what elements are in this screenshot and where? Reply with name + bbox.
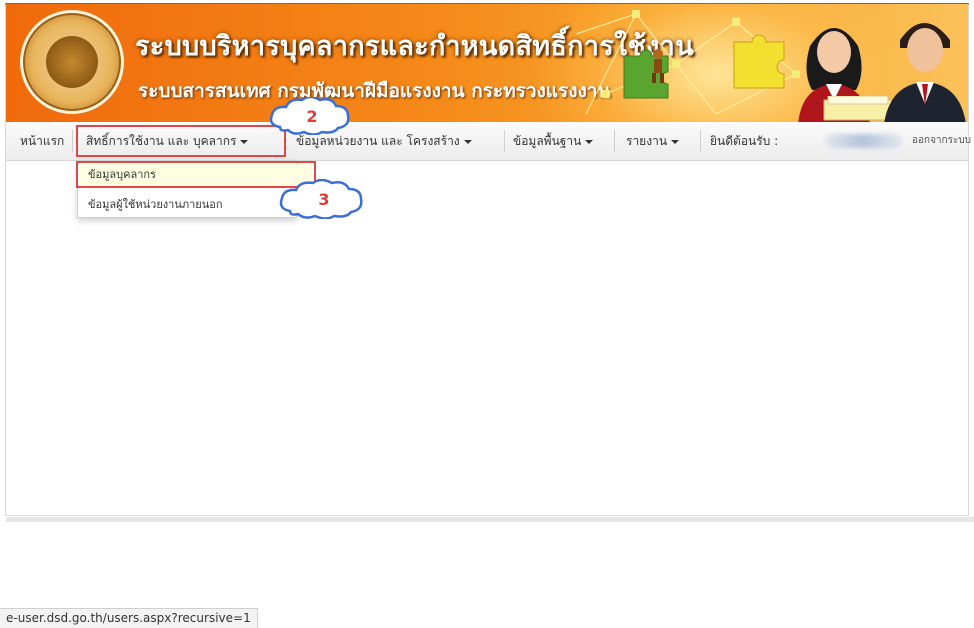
small-figure-icon: [652, 49, 664, 83]
step3-label: 3: [318, 189, 330, 209]
footer-divider: [6, 517, 974, 522]
nav-units-label: ข้อมูลหน่วยงาน และ โครงสร้าง: [296, 134, 460, 148]
step3-cloud-callout: 3: [276, 178, 372, 220]
nav-divider: [504, 130, 505, 152]
step2-label: 2: [306, 106, 318, 126]
nav-divider: [614, 130, 615, 152]
nav-basic-data-dropdown[interactable]: ข้อมูลพื้นฐาน: [513, 122, 594, 160]
welcome-text: ยินดีต้อนรับ :: [710, 134, 779, 148]
logout-link[interactable]: ออกจากระบบ: [912, 122, 971, 160]
nav-divider: [72, 130, 73, 152]
app-subtitle: ระบบสารสนเทศ กรมพัฒนาฝีมือแรงงาน กระทรวง…: [138, 80, 611, 102]
menu-item-external-users[interactable]: ข้อมูลผู้ใช้หน่วยงานภายนอก: [88, 195, 223, 213]
department-seal-logo: [20, 10, 124, 114]
browser-status-url: e-user.dsd.go.th/users.aspx?recursive=1: [0, 608, 258, 628]
step2-cloud-callout: 2: [266, 95, 358, 136]
caret-down-icon: [585, 139, 594, 144]
businessman-figure: [884, 23, 966, 122]
step2-highlight-box: [76, 125, 286, 157]
nav-reports-label: รายงาน: [626, 134, 668, 148]
nav-basic-data-label: ข้อมูลพื้นฐาน: [513, 134, 582, 148]
nav-divider: [700, 130, 701, 152]
nav-home-label: หน้าแรก: [20, 134, 65, 148]
nav-home[interactable]: หน้าแรก: [20, 122, 64, 160]
caret-down-icon: [463, 139, 472, 144]
caret-down-icon: [671, 139, 680, 144]
nav-reports-dropdown[interactable]: รายงาน: [626, 122, 680, 160]
header-banner: ระบบบริหารบุคลากรและกำหนดสิทธิ์การใช้งาน…: [6, 4, 968, 122]
puzzle-yellow-icon: [733, 34, 785, 89]
redacted-username: [824, 134, 902, 148]
